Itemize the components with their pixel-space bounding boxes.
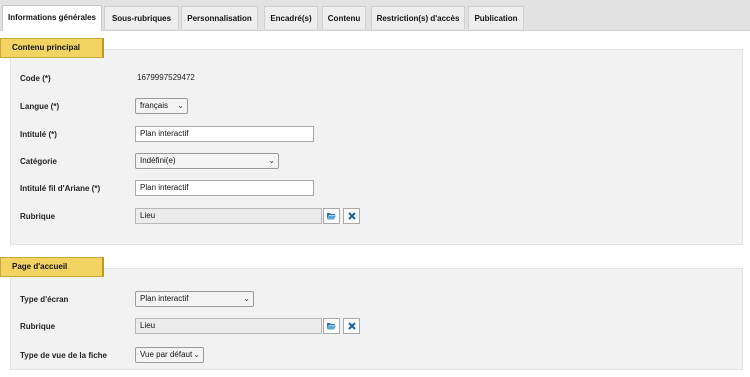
- categorie-select-value: Indéfini(e): [140, 156, 176, 165]
- code-value: 1679997529472: [137, 73, 195, 82]
- browse-home-rubrique-button[interactable]: [323, 318, 340, 334]
- fil-ariane-field[interactable]: Plan interactif: [135, 180, 314, 196]
- chevron-down-icon: ⌄: [177, 101, 184, 110]
- section-title-contenu-principal: Contenu principal: [0, 38, 104, 58]
- chevron-down-icon: ⌄: [243, 294, 250, 303]
- chevron-down-icon: ⌄: [268, 156, 275, 165]
- folder-open-icon: [327, 323, 336, 330]
- section-contenu-principal: [10, 49, 743, 245]
- rubrique-field: Lieu: [135, 208, 322, 224]
- tab-restrictions-acces[interactable]: Restriction(s) d'accès: [371, 6, 465, 29]
- close-icon: [347, 322, 356, 330]
- langue-label: Langue (*): [20, 102, 60, 111]
- close-icon: [347, 212, 356, 220]
- type-vue-label: Type de vue de la fiche: [20, 351, 107, 360]
- type-vue-select[interactable]: Vue par défaut ⌄: [135, 347, 204, 363]
- type-vue-select-value: Vue par défaut: [140, 350, 193, 359]
- tab-personnalisation[interactable]: Personnalisation: [181, 6, 258, 29]
- home-rubrique-field: Lieu: [135, 318, 322, 334]
- tab-informations-generales[interactable]: Informations générales: [2, 5, 102, 31]
- intitule-field[interactable]: Plan interactif: [135, 126, 314, 142]
- section-title-page-accueil: Page d'accueil: [0, 257, 104, 277]
- langue-select[interactable]: français ⌄: [135, 98, 188, 114]
- section-page-accueil: [10, 268, 743, 370]
- langue-select-value: français: [140, 101, 169, 110]
- categorie-select[interactable]: Indéfini(e) ⌄: [135, 153, 279, 169]
- browse-rubrique-button[interactable]: [323, 208, 340, 224]
- home-rubrique-label: Rubrique: [20, 322, 56, 331]
- folder-open-icon: [327, 213, 336, 220]
- categorie-label: Catégorie: [20, 157, 57, 166]
- code-label: Code (*): [20, 74, 51, 83]
- tab-bar: Informations générales Sous-rubriques Pe…: [0, 0, 750, 31]
- chevron-down-icon: ⌄: [193, 350, 200, 359]
- tab-publication[interactable]: Publication: [468, 6, 524, 29]
- type-ecran-select[interactable]: Plan interactif ⌄: [135, 291, 254, 307]
- clear-rubrique-button[interactable]: [343, 208, 360, 224]
- intitule-label: Intitulé (*): [20, 130, 57, 139]
- tab-sous-rubriques[interactable]: Sous-rubriques: [104, 6, 179, 29]
- type-ecran-label: Type d'écran: [20, 295, 69, 304]
- rubrique-label: Rubrique: [20, 212, 56, 221]
- type-ecran-select-value: Plan interactif: [140, 294, 189, 303]
- clear-home-rubrique-button[interactable]: [343, 318, 360, 334]
- tab-contenu[interactable]: Contenu: [322, 6, 366, 29]
- tab-encadres[interactable]: Encadré(s): [264, 6, 318, 29]
- fil-ariane-label: Intitulé fil d'Ariane (*): [20, 184, 101, 193]
